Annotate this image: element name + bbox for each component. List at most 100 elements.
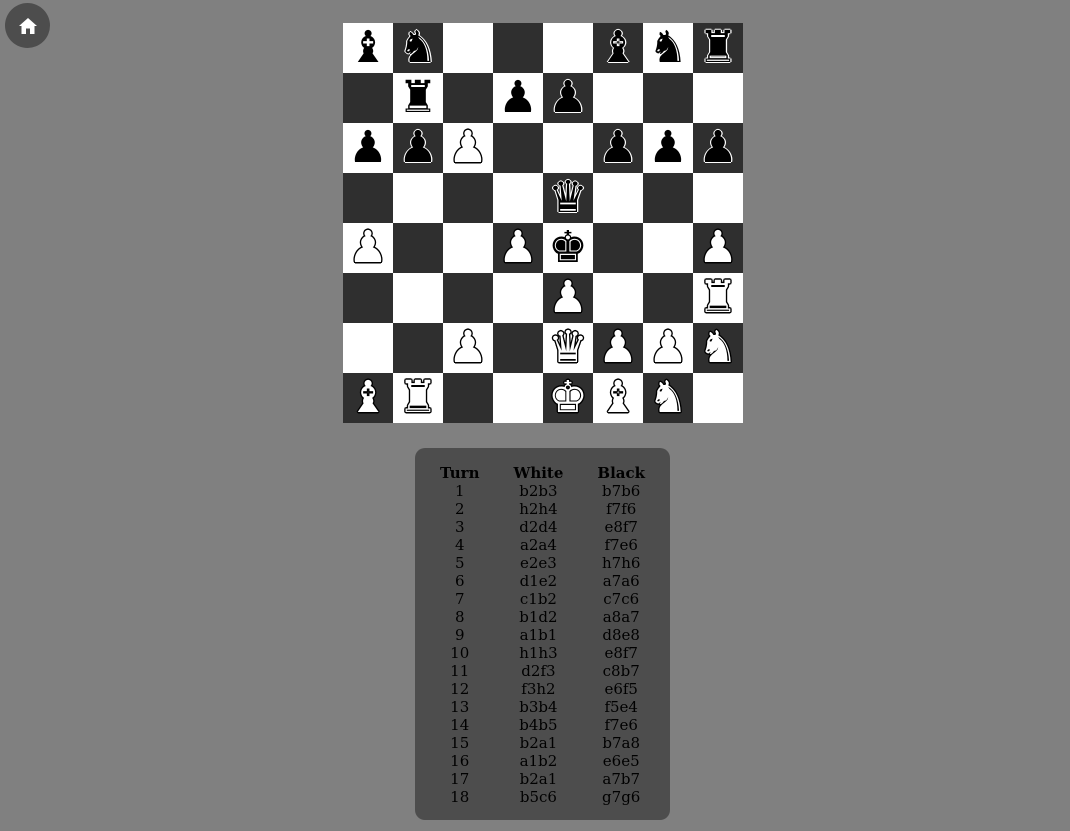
white-pawn-icon[interactable]: ♟ <box>598 326 637 370</box>
black-pawn-icon[interactable]: ♟ <box>498 76 537 120</box>
square-c4[interactable] <box>443 223 493 273</box>
square-g7[interactable] <box>643 73 693 123</box>
square-b4[interactable] <box>393 223 443 273</box>
square-a8[interactable]: ♝ <box>343 23 393 73</box>
white-knight-icon[interactable]: ♞ <box>648 376 687 420</box>
square-d4[interactable]: ♟ <box>493 223 543 273</box>
square-f8[interactable]: ♝ <box>593 23 643 73</box>
square-d3[interactable] <box>493 273 543 323</box>
black-pawn-icon[interactable]: ♟ <box>698 126 737 170</box>
square-g4[interactable] <box>643 223 693 273</box>
square-c3[interactable] <box>443 273 493 323</box>
square-a3[interactable] <box>343 273 393 323</box>
black-rook-icon[interactable]: ♜ <box>698 26 737 70</box>
square-e2[interactable]: ♛ <box>543 323 593 373</box>
white-bishop-icon[interactable]: ♝ <box>598 376 637 420</box>
square-h6[interactable]: ♟ <box>693 123 743 173</box>
square-b5[interactable] <box>393 173 443 223</box>
square-a4[interactable]: ♟ <box>343 223 393 273</box>
square-g1[interactable]: ♞ <box>643 373 693 423</box>
white-pawn-icon[interactable]: ♟ <box>348 226 387 270</box>
square-a5[interactable] <box>343 173 393 223</box>
square-d2[interactable] <box>493 323 543 373</box>
square-e4[interactable]: ♚ <box>543 223 593 273</box>
square-h2[interactable]: ♞ <box>693 323 743 373</box>
square-e6[interactable] <box>543 123 593 173</box>
square-c8[interactable] <box>443 23 493 73</box>
move-black-cell: f7e6 <box>604 716 638 734</box>
square-b7[interactable]: ♜ <box>393 73 443 123</box>
square-e3[interactable]: ♟ <box>543 273 593 323</box>
square-f7[interactable] <box>593 73 643 123</box>
black-pawn-icon[interactable]: ♟ <box>348 126 387 170</box>
square-g3[interactable] <box>643 273 693 323</box>
square-e1[interactable]: ♚ <box>543 373 593 423</box>
square-h3[interactable]: ♜ <box>693 273 743 323</box>
home-button[interactable] <box>5 3 50 48</box>
black-queen-icon[interactable]: ♛ <box>548 176 587 220</box>
white-pawn-icon[interactable]: ♟ <box>448 126 487 170</box>
white-rook-icon[interactable]: ♜ <box>698 276 737 320</box>
square-f1[interactable]: ♝ <box>593 373 643 423</box>
square-a2[interactable] <box>343 323 393 373</box>
white-queen-icon[interactable]: ♛ <box>548 326 587 370</box>
black-pawn-icon[interactable]: ♟ <box>648 126 687 170</box>
square-h1[interactable] <box>693 373 743 423</box>
square-f6[interactable]: ♟ <box>593 123 643 173</box>
square-b2[interactable] <box>393 323 443 373</box>
move-row: 11 d2f3 c8b7 <box>423 662 662 680</box>
white-knight-icon[interactable]: ♞ <box>698 326 737 370</box>
black-king-icon[interactable]: ♚ <box>548 226 587 270</box>
white-pawn-icon[interactable]: ♟ <box>448 326 487 370</box>
square-b1[interactable]: ♜ <box>393 373 443 423</box>
black-rook-icon[interactable]: ♜ <box>398 76 437 120</box>
black-pawn-icon[interactable]: ♟ <box>398 126 437 170</box>
square-h7[interactable] <box>693 73 743 123</box>
square-b3[interactable] <box>393 273 443 323</box>
black-bishop-icon[interactable]: ♝ <box>598 26 637 70</box>
square-c6[interactable]: ♟ <box>443 123 493 173</box>
black-knight-icon[interactable]: ♞ <box>398 26 437 70</box>
square-a1[interactable]: ♝ <box>343 373 393 423</box>
square-e7[interactable]: ♟ <box>543 73 593 123</box>
square-f2[interactable]: ♟ <box>593 323 643 373</box>
square-d8[interactable] <box>493 23 543 73</box>
move-row: 3 d2d4 e8f7 <box>423 518 662 536</box>
square-b8[interactable]: ♞ <box>393 23 443 73</box>
square-d5[interactable] <box>493 173 543 223</box>
black-knight-icon[interactable]: ♞ <box>648 26 687 70</box>
move-white-cell: b2a1 <box>519 734 558 752</box>
square-d6[interactable] <box>493 123 543 173</box>
square-b6[interactable]: ♟ <box>393 123 443 173</box>
square-f4[interactable] <box>593 223 643 273</box>
white-pawn-icon[interactable]: ♟ <box>498 226 537 270</box>
square-d7[interactable]: ♟ <box>493 73 543 123</box>
square-h4[interactable]: ♟ <box>693 223 743 273</box>
square-e8[interactable] <box>543 23 593 73</box>
white-bishop-icon[interactable]: ♝ <box>348 376 387 420</box>
white-king-icon[interactable]: ♚ <box>548 376 587 420</box>
black-bishop-icon[interactable]: ♝ <box>348 26 387 70</box>
white-rook-icon[interactable]: ♜ <box>398 376 437 420</box>
square-g2[interactable]: ♟ <box>643 323 693 373</box>
square-g5[interactable] <box>643 173 693 223</box>
square-c1[interactable] <box>443 373 493 423</box>
black-pawn-icon[interactable]: ♟ <box>548 76 587 120</box>
white-pawn-icon[interactable]: ♟ <box>648 326 687 370</box>
white-pawn-icon[interactable]: ♟ <box>548 276 587 320</box>
square-a6[interactable]: ♟ <box>343 123 393 173</box>
black-pawn-icon[interactable]: ♟ <box>598 126 637 170</box>
square-d1[interactable] <box>493 373 543 423</box>
square-g6[interactable]: ♟ <box>643 123 693 173</box>
square-f5[interactable] <box>593 173 643 223</box>
square-a7[interactable] <box>343 73 393 123</box>
square-c2[interactable]: ♟ <box>443 323 493 373</box>
square-h8[interactable]: ♜ <box>693 23 743 73</box>
white-pawn-icon[interactable]: ♟ <box>698 226 737 270</box>
square-f3[interactable] <box>593 273 643 323</box>
square-h5[interactable] <box>693 173 743 223</box>
square-g8[interactable]: ♞ <box>643 23 693 73</box>
square-e5[interactable]: ♛ <box>543 173 593 223</box>
square-c7[interactable] <box>443 73 493 123</box>
square-c5[interactable] <box>443 173 493 223</box>
